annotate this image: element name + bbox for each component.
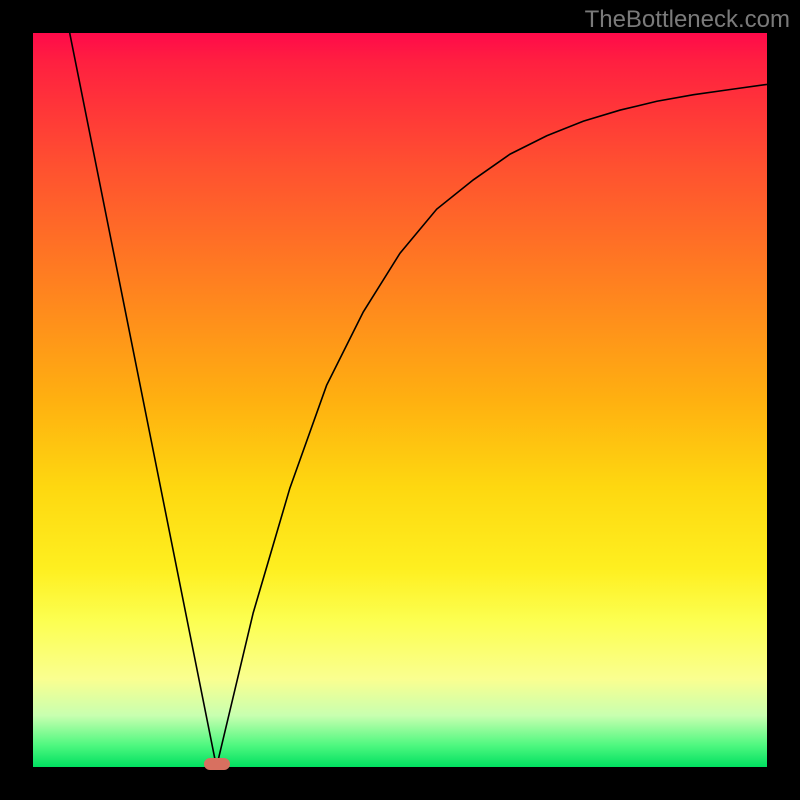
optimum-marker — [204, 758, 230, 770]
watermark-text: TheBottleneck.com — [585, 6, 790, 34]
chart-frame: TheBottleneck.com — [0, 0, 800, 800]
gradient-background — [33, 33, 767, 767]
